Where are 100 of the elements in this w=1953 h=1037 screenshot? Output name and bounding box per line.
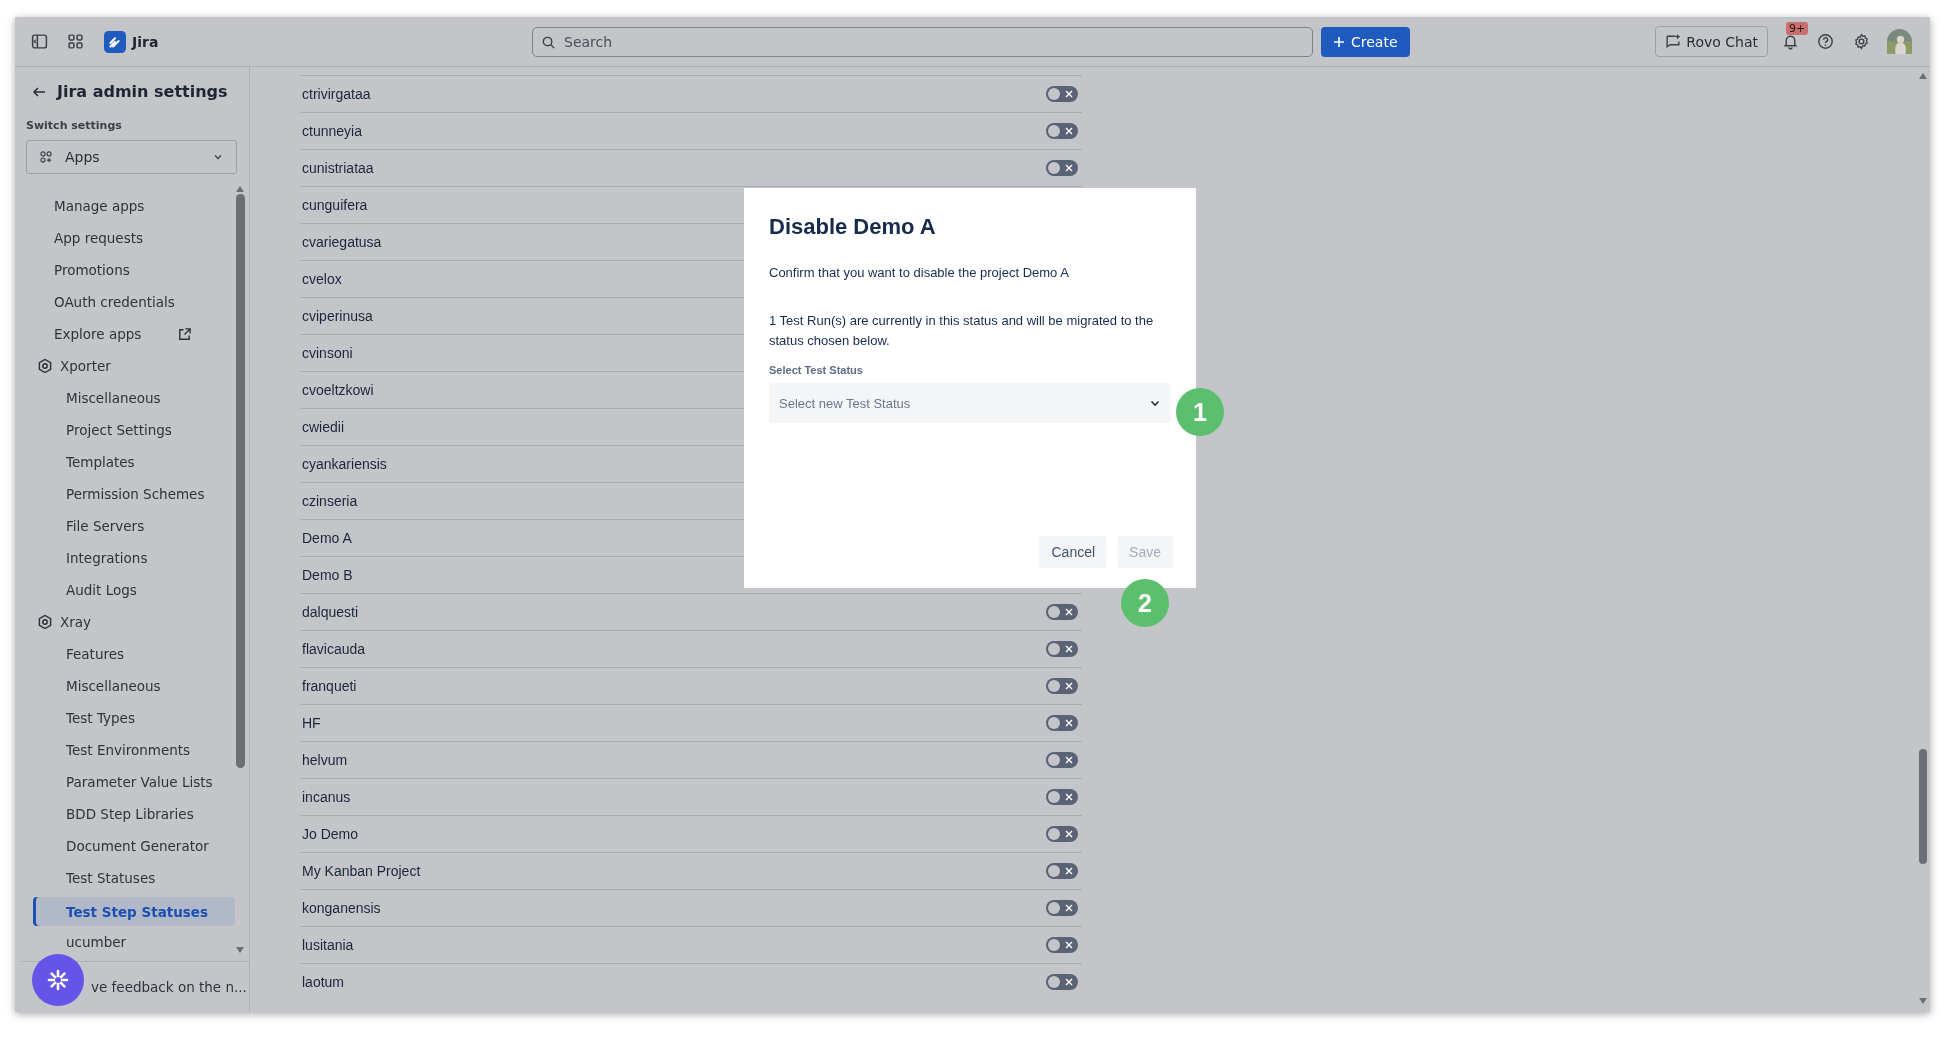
feedback-link[interactable]: ve feedback on the n... <box>91 979 247 995</box>
dialog-note: 1 Test Run(s) are currently in this status and will be migrated to the status chosen below. <box>769 312 1155 350</box>
settings-icon[interactable] <box>1853 33 1870 50</box>
toggle-switch[interactable] <box>1046 752 1078 768</box>
switch-settings-label: Switch settings <box>26 119 123 132</box>
project-name: My Kanban Project <box>302 863 421 879</box>
cross-icon <box>1064 792 1074 802</box>
toggle-switch[interactable] <box>1046 974 1078 990</box>
nav-item[interactable]: Parameter Value Lists <box>21 766 235 798</box>
assistant-button[interactable] <box>32 954 84 1006</box>
notification-bell-icon[interactable] <box>1782 33 1799 50</box>
project-name: cvelox <box>302 271 342 287</box>
project-name: incanus <box>302 789 351 805</box>
cross-icon <box>1064 977 1074 987</box>
cross-icon <box>1064 718 1074 728</box>
nav-item[interactable]: Document Generator <box>21 830 235 862</box>
cross-icon <box>1064 163 1074 173</box>
nav-item[interactable]: Test Statuses <box>21 862 235 894</box>
cross-icon <box>1064 940 1074 950</box>
project-name: konganensis <box>302 900 381 916</box>
project-name: cunistriataa <box>302 160 374 176</box>
product-name[interactable]: Jira <box>132 33 159 50</box>
settings-switcher[interactable]: Apps <box>26 140 237 174</box>
nav-item[interactable]: Permission Schemes <box>21 478 235 510</box>
nav-link[interactable]: Explore apps <box>21 318 235 350</box>
toggle-switch[interactable] <box>1046 641 1078 657</box>
toggle-switch[interactable] <box>1046 863 1078 879</box>
nav-item[interactable]: Test Types <box>21 702 235 734</box>
project-name: lusitania <box>302 937 354 953</box>
project-name: laotum <box>302 974 345 990</box>
cross-icon <box>1064 829 1074 839</box>
nav-item[interactable]: Audit Logs <box>21 574 235 606</box>
toggle-switch[interactable] <box>1046 789 1078 805</box>
nav-item[interactable]: Promotions <box>21 254 235 286</box>
nav-item[interactable]: Features <box>21 638 235 670</box>
dialog-message: Confirm that you want to disable the project Demo A <box>769 264 1070 282</box>
nav-item[interactable]: Test Environments <box>21 734 235 766</box>
nav-item[interactable]: Miscellaneous <box>21 670 235 702</box>
cross-icon <box>1064 866 1074 876</box>
step-number-badge: 1 <box>1176 388 1224 436</box>
toggle-switch[interactable] <box>1046 826 1078 842</box>
toggle-switch[interactable] <box>1046 900 1078 916</box>
project-name: ctunneyia <box>302 123 362 139</box>
project-name: cunguifera <box>302 197 368 213</box>
project-name: Demo A <box>302 530 352 546</box>
field-label: Select Test Status <box>769 364 864 376</box>
step-number-badge: 2 <box>1121 579 1169 627</box>
project-name: HF <box>302 715 321 731</box>
cancel-button[interactable]: Cancel <box>1039 536 1108 568</box>
search-icon <box>541 34 556 50</box>
nav-item[interactable]: Project Settings <box>21 414 235 446</box>
project-name: cvinsoni <box>302 345 353 361</box>
app-switcher-icon[interactable] <box>67 33 84 50</box>
sidebar-toggle-icon[interactable] <box>31 33 48 50</box>
create-button[interactable]: Create <box>1321 26 1410 57</box>
toggle-switch[interactable] <box>1046 160 1078 176</box>
nav-group[interactable]: Xporter <box>60 358 111 374</box>
app-icon <box>37 358 53 374</box>
app-icon <box>37 614 53 630</box>
project-name: cyankariensis <box>302 456 387 472</box>
cross-icon <box>1064 126 1074 136</box>
logo-icon[interactable] <box>104 30 126 53</box>
nav-group[interactable]: Xray <box>60 614 92 630</box>
project-name: Jo Demo <box>302 826 359 842</box>
project-name: czinseria <box>302 493 358 509</box>
project-name: cviperinusa <box>302 308 373 324</box>
apps-icon <box>39 150 53 164</box>
nav-item[interactable]: Miscellaneous <box>21 382 235 414</box>
plus-icon <box>1333 35 1345 48</box>
nav-item[interactable]: Integrations <box>21 542 235 574</box>
toggle-switch[interactable] <box>1046 678 1078 694</box>
toggle-switch[interactable] <box>1046 604 1078 620</box>
dialog-title: Disable Demo A <box>769 214 937 240</box>
nav-item[interactable]: File Servers <box>21 510 235 542</box>
help-icon[interactable] <box>1817 33 1834 50</box>
nav-item[interactable]: ucumber <box>21 926 235 958</box>
nav-item[interactable]: OAuth credentials <box>21 286 235 318</box>
status-select[interactable]: Select new Test Status <box>769 383 1171 423</box>
project-name: Demo B <box>302 567 353 583</box>
nav-item[interactable]: Test Step Statuses <box>33 897 235 926</box>
cross-icon <box>1064 681 1074 691</box>
project-name: helvum <box>302 752 348 768</box>
nav-item[interactable]: Templates <box>21 446 235 478</box>
project-name: ctrivirgataa <box>302 86 371 102</box>
toggle-switch[interactable] <box>1046 123 1078 139</box>
toggle-switch[interactable] <box>1046 86 1078 102</box>
search-field[interactable]: Search <box>532 26 1313 57</box>
project-name: flavicauda <box>302 641 366 657</box>
toggle-switch[interactable] <box>1046 715 1078 731</box>
nav-item[interactable]: App requests <box>21 222 235 254</box>
project-name: cvoeltzkowi <box>302 382 374 398</box>
cross-icon <box>1064 607 1074 617</box>
nav-item[interactable]: BDD Step Libraries <box>21 798 235 830</box>
external-link-icon <box>177 326 193 342</box>
project-name: cvariegatusa <box>302 234 382 250</box>
asterisk-icon <box>46 968 70 992</box>
rovo-chat-button[interactable]: Rovo Chat <box>1655 26 1768 57</box>
toggle-switch[interactable] <box>1046 937 1078 953</box>
project-name: franqueti <box>302 678 357 694</box>
nav-item[interactable]: Manage apps <box>21 190 235 222</box>
